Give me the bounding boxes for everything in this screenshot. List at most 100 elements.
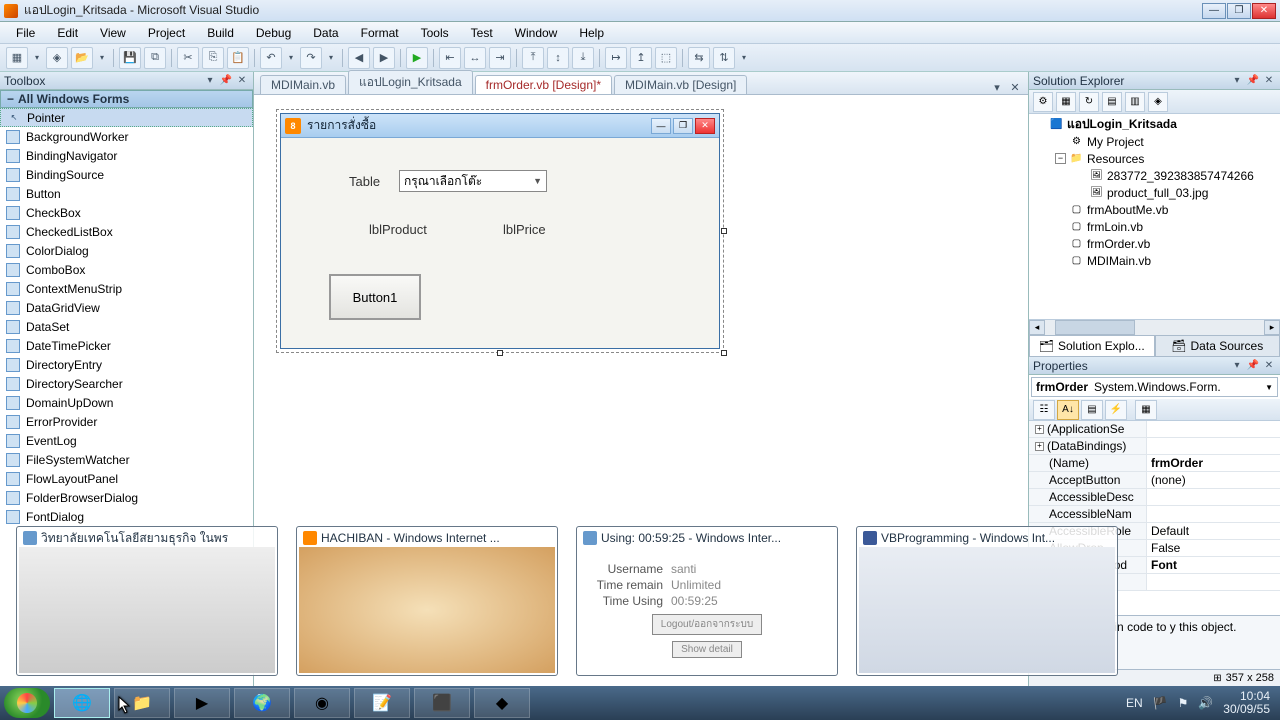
property-value[interactable]: (none): [1147, 472, 1280, 488]
events-icon[interactable]: ⚡: [1105, 400, 1127, 420]
button1[interactable]: Button1: [329, 274, 421, 320]
preview-thumb[interactable]: Using: 00:59:25 - Windows Inter... Usern…: [576, 526, 838, 676]
taskbar-browser[interactable]: 🌍: [234, 688, 290, 718]
menu-format[interactable]: Format: [351, 24, 409, 42]
dropdown-icon[interactable]: ▾: [325, 47, 337, 69]
toolbox-item-eventlog[interactable]: EventLog: [0, 431, 253, 450]
property-row[interactable]: (Name)frmOrder: [1029, 455, 1280, 472]
toolbox-item-pointer[interactable]: ↖Pointer: [0, 108, 253, 127]
menu-test[interactable]: Test: [461, 24, 503, 42]
taskbar-ie[interactable]: 🌐: [54, 688, 110, 718]
toolbox-item-contextmenustrip[interactable]: ContextMenuStrip: [0, 279, 253, 298]
solution-tree[interactable]: 🟦แอปLogin_Kritsada ⚙My Project −📁Resourc…: [1029, 114, 1280, 319]
align-center-icon[interactable]: ↔: [464, 47, 486, 69]
close-button[interactable]: ✕: [1252, 3, 1276, 19]
action-center-icon[interactable]: ⚑: [1178, 696, 1189, 710]
menu-project[interactable]: Project: [138, 24, 195, 42]
properties-icon[interactable]: ▤: [1081, 400, 1103, 420]
close-icon[interactable]: ✕: [1262, 74, 1276, 88]
property-row[interactable]: +(ApplicationSe: [1029, 421, 1280, 438]
scroll-left-icon[interactable]: ◂: [1029, 320, 1045, 335]
menu-data[interactable]: Data: [303, 24, 348, 42]
object-selector[interactable]: frmOrder System.Windows.Form.: [1031, 377, 1278, 397]
toolbox-item-backgroundworker[interactable]: BackgroundWorker: [0, 127, 253, 146]
align-middle-icon[interactable]: ↕: [547, 47, 569, 69]
tab-mdimain-vb[interactable]: MDIMain.vb: [260, 75, 346, 94]
menu-help[interactable]: Help: [569, 24, 614, 42]
same-size-icon[interactable]: ⬚: [655, 47, 677, 69]
property-row[interactable]: AccessibleDesc: [1029, 489, 1280, 506]
menu-tools[interactable]: Tools: [411, 24, 459, 42]
tab-solution-explorer[interactable]: 🗂Solution Explo...: [1029, 335, 1155, 357]
scroll-thumb[interactable]: [1055, 320, 1135, 335]
clock[interactable]: 10:0430/09/55: [1223, 690, 1270, 716]
dropdown-icon[interactable]: ▾: [1230, 74, 1244, 88]
show-detail-button[interactable]: Show detail: [672, 641, 742, 658]
toolbox-item-colordialog[interactable]: ColorDialog: [0, 241, 253, 260]
show-all-icon[interactable]: ▦: [1056, 92, 1076, 112]
alphabetical-icon[interactable]: A↓: [1057, 400, 1079, 420]
property-value[interactable]: [1147, 506, 1280, 522]
label-table[interactable]: Table: [349, 174, 380, 189]
pin-icon[interactable]: 📌: [1246, 74, 1260, 88]
dropdown-icon[interactable]: ▾: [96, 47, 108, 69]
minimize-button[interactable]: —: [1202, 3, 1226, 19]
toolbox-item-flowlayoutpanel[interactable]: FlowLayoutPanel: [0, 469, 253, 488]
form-designer[interactable]: 8 รายการสั่งซื้อ — ❐ ✕ Table กรุณาเลือกโ…: [276, 109, 724, 353]
toolbox-item-datagridview[interactable]: DataGridView: [0, 298, 253, 317]
flag-icon[interactable]: 🏴: [1153, 696, 1168, 710]
taskbar-app[interactable]: ⬛: [414, 688, 470, 718]
label-product[interactable]: lblProduct: [369, 222, 427, 237]
align-right-icon[interactable]: ⇥: [489, 47, 511, 69]
volume-icon[interactable]: 🔊: [1198, 696, 1213, 710]
dropdown-icon[interactable]: ▾: [31, 47, 43, 69]
taskbar-media[interactable]: ▶: [174, 688, 230, 718]
resize-handle-right[interactable]: [721, 228, 727, 234]
close-icon[interactable]: ✕: [235, 74, 249, 88]
menu-file[interactable]: File: [6, 24, 45, 42]
taskbar-notes[interactable]: 📝: [354, 688, 410, 718]
menu-window[interactable]: Window: [505, 24, 568, 42]
toolbox-category[interactable]: All Windows Forms: [0, 90, 253, 108]
same-width-icon[interactable]: ↦: [605, 47, 627, 69]
toolbox-item-checkbox[interactable]: CheckBox: [0, 203, 253, 222]
maximize-button[interactable]: ❐: [1227, 3, 1251, 19]
nav-back-icon[interactable]: ◀: [348, 47, 370, 69]
resize-handle-bottom[interactable]: [497, 350, 503, 356]
toolbox-item-bindingnavigator[interactable]: BindingNavigator: [0, 146, 253, 165]
preview-thumb[interactable]: HACHIBAN - Windows Internet ...: [296, 526, 558, 676]
tab-mdimain-design[interactable]: MDIMain.vb [Design]: [614, 75, 747, 94]
menu-debug[interactable]: Debug: [246, 24, 301, 42]
same-height-icon[interactable]: ↥: [630, 47, 652, 69]
toolbox-item-bindingsource[interactable]: BindingSource: [0, 165, 253, 184]
overflow-icon[interactable]: ▾: [738, 47, 750, 69]
combo-table[interactable]: กรุณาเลือกโต๊ะ: [399, 170, 547, 192]
toolbox-item-checkedlistbox[interactable]: CheckedListBox: [0, 222, 253, 241]
preview-thumb[interactable]: วิทยาลัยเทคโนโลยีสยามธุรกิจ ในพร: [16, 526, 278, 676]
redo-icon[interactable]: ↷: [300, 47, 322, 69]
new-website-icon[interactable]: ◈: [46, 47, 68, 69]
save-all-icon[interactable]: ⧉: [144, 47, 166, 69]
toolbox-item-directoryentry[interactable]: DirectoryEntry: [0, 355, 253, 374]
close-tab-icon[interactable]: ✕: [1008, 80, 1022, 94]
property-pages-icon[interactable]: ▦: [1135, 400, 1157, 420]
vspace-icon[interactable]: ⇅: [713, 47, 735, 69]
menu-edit[interactable]: Edit: [47, 24, 88, 42]
paste-icon[interactable]: 📋: [227, 47, 249, 69]
property-value[interactable]: [1147, 489, 1280, 505]
active-files-icon[interactable]: ▾: [990, 80, 1004, 94]
toolbox-item-errorprovider[interactable]: ErrorProvider: [0, 412, 253, 431]
hspace-icon[interactable]: ⇆: [688, 47, 710, 69]
property-value[interactable]: frmOrder: [1147, 455, 1280, 471]
toolbox-item-button[interactable]: Button: [0, 184, 253, 203]
property-row[interactable]: +(DataBindings): [1029, 438, 1280, 455]
pin-icon[interactable]: 📌: [219, 74, 233, 88]
preview-thumb[interactable]: VBProgramming - Windows Int...: [856, 526, 1118, 676]
logout-button[interactable]: Logout/ออกจากระบบ: [652, 614, 762, 635]
resize-handle-corner[interactable]: [721, 350, 727, 356]
dropdown-icon[interactable]: ▾: [285, 47, 297, 69]
toolbox-item-fontdialog[interactable]: FontDialog: [0, 507, 253, 526]
refresh-icon[interactable]: ↻: [1079, 92, 1099, 112]
dropdown-icon[interactable]: ▾: [1230, 359, 1244, 373]
align-left-icon[interactable]: ⇤: [439, 47, 461, 69]
